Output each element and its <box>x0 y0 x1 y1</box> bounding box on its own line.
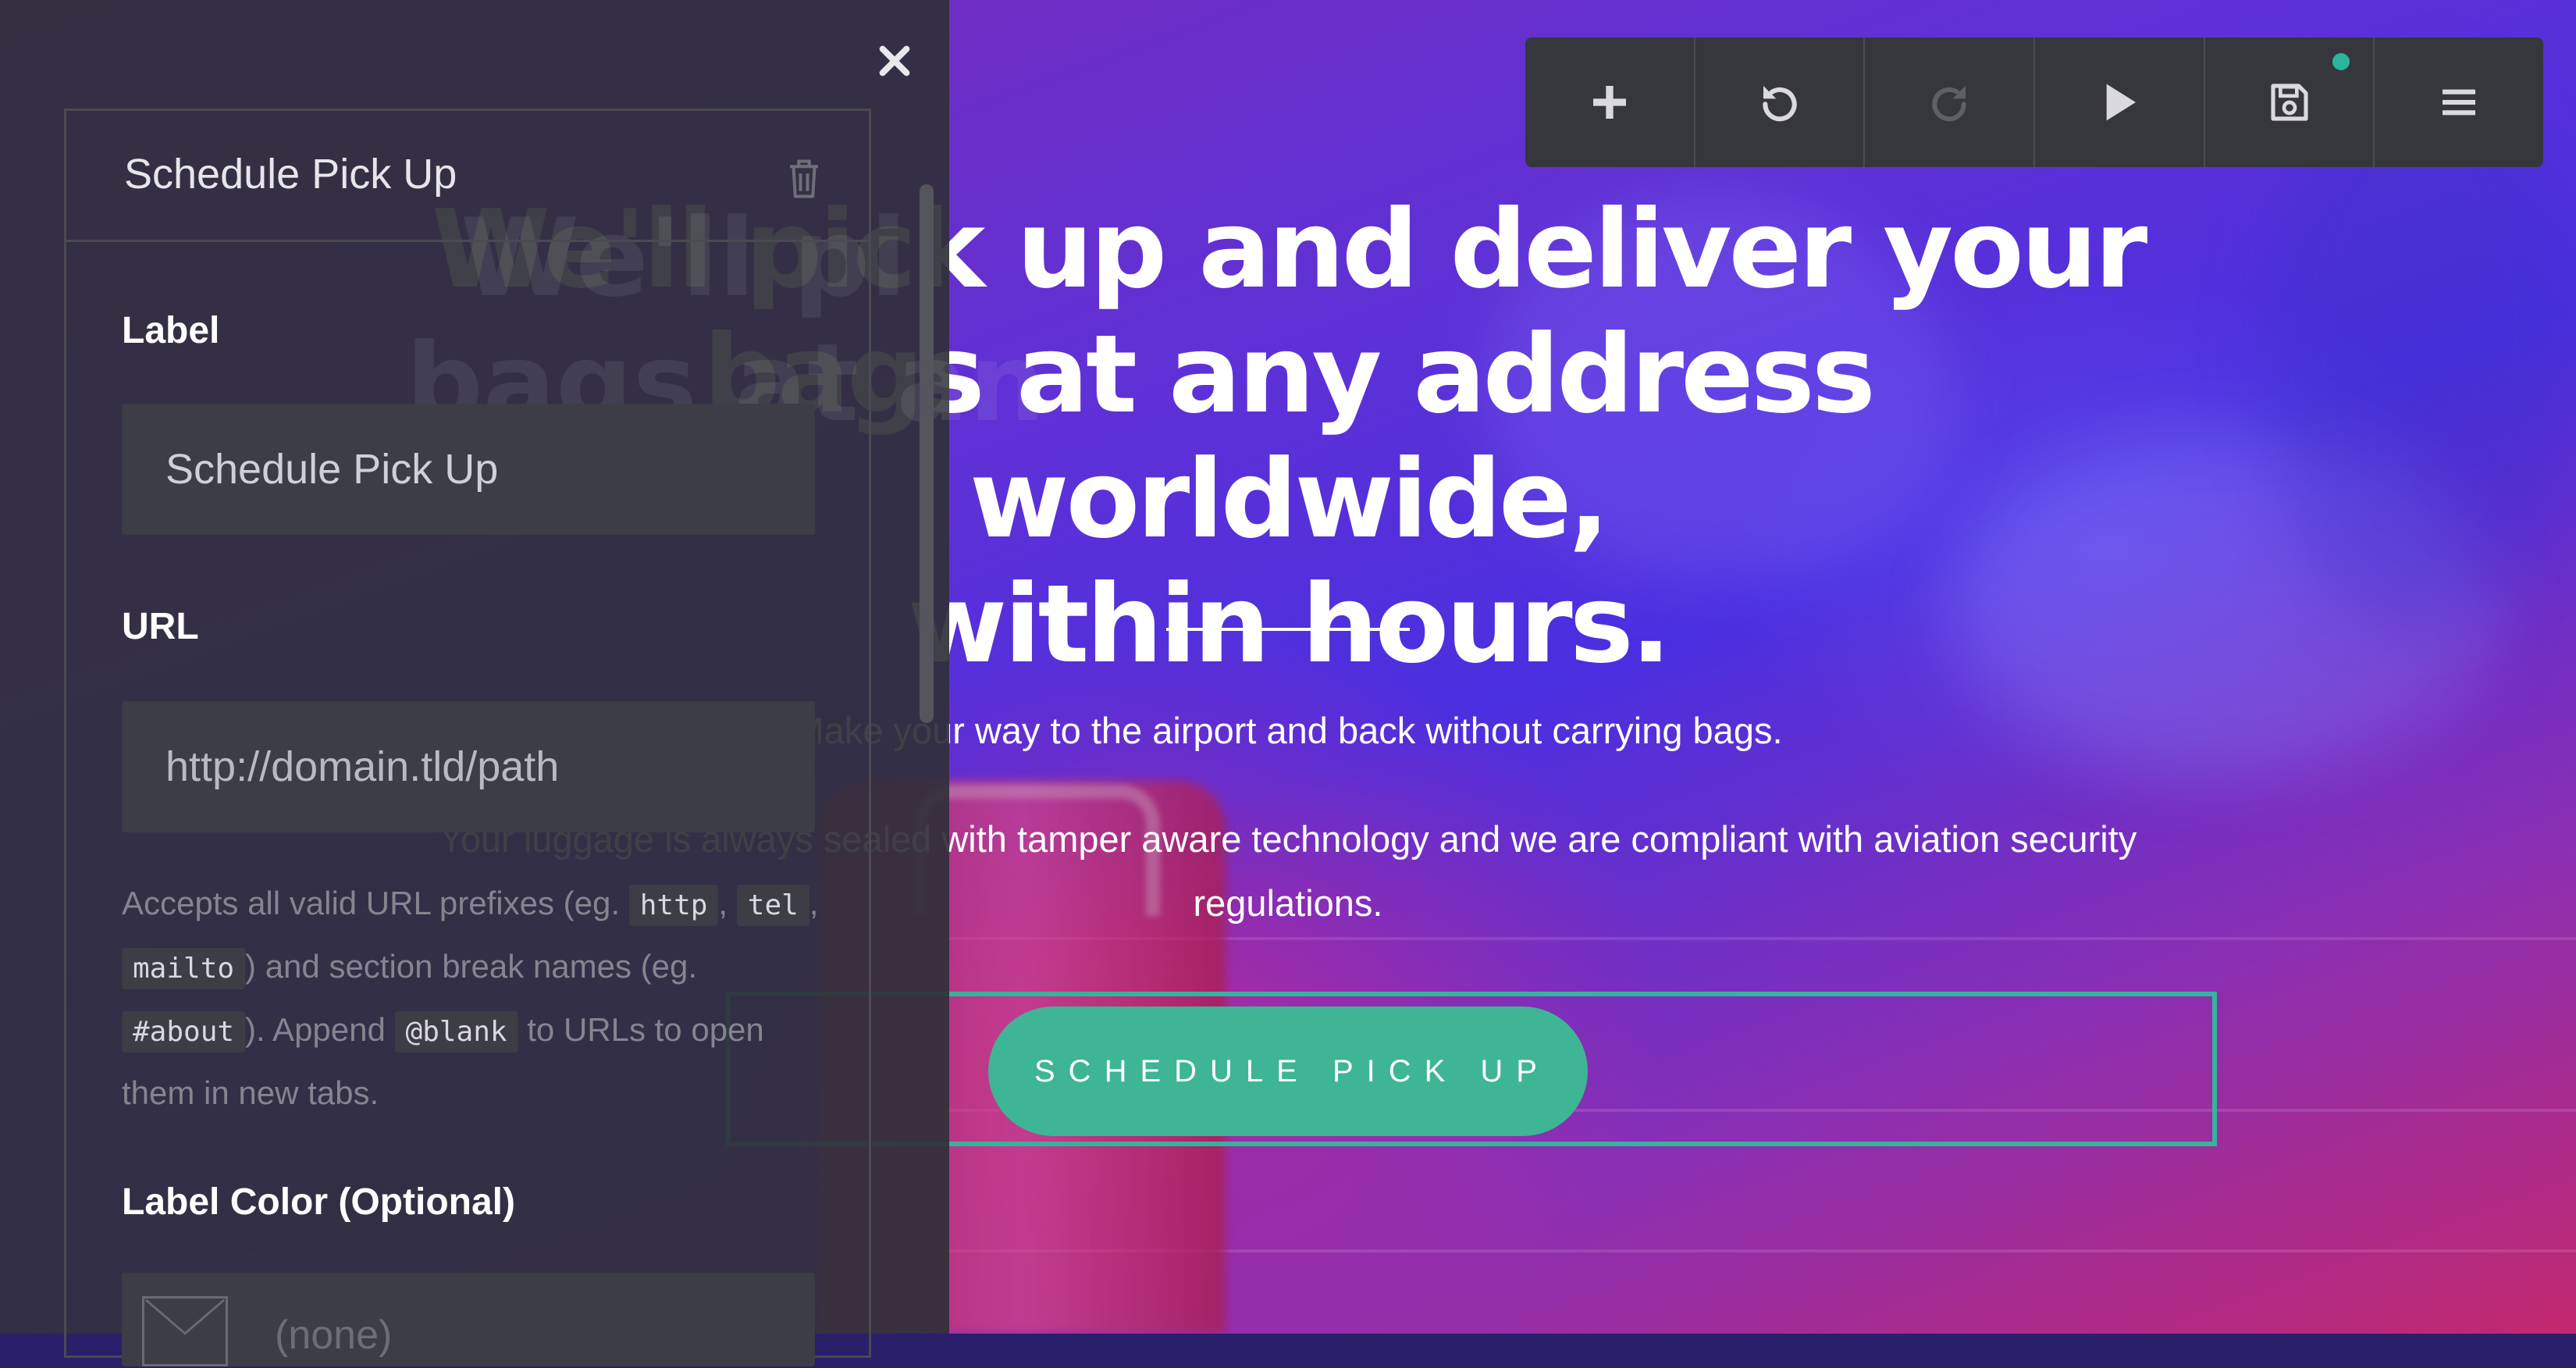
undo-icon <box>1762 86 1797 122</box>
section-card-header: Schedule Pick Up <box>66 111 869 242</box>
menu-button[interactable] <box>2373 37 2543 167</box>
section-card-title: Schedule Pick Up <box>124 151 457 198</box>
unsaved-changes-indicator <box>2332 53 2350 70</box>
schedule-pick-up-button[interactable]: Schedule Pick Up <box>988 1006 1588 1136</box>
hero-divider <box>1166 628 1410 631</box>
delete-section-button[interactable] <box>786 158 825 201</box>
label-field-label: Label <box>122 310 220 351</box>
undo-button[interactable] <box>1693 37 1864 167</box>
close-icon <box>879 45 910 77</box>
button-editor-panel: We'll pi bags at an Schedule Pick Up Lab… <box>0 0 1045 1366</box>
url-field-label: URL <box>122 606 199 647</box>
save-button[interactable] <box>2203 37 2374 167</box>
help-text: ). Append <box>245 1011 395 1048</box>
empty-color-swatch <box>142 1296 228 1366</box>
label-color-value: (none) <box>275 1313 393 1358</box>
url-input[interactable] <box>122 701 815 832</box>
hero-title-line: within hours. <box>907 561 1672 687</box>
help-code: tel <box>736 885 809 926</box>
save-icon <box>2270 84 2308 121</box>
panel-scrollbar[interactable] <box>920 184 934 723</box>
menu-icon <box>2443 89 2476 116</box>
add-section-button[interactable] <box>1525 37 1694 167</box>
help-text: ) and section break names (eg. <box>245 948 698 985</box>
help-text: , <box>718 885 737 921</box>
help-code: http <box>628 885 719 926</box>
redo-icon <box>1932 86 1966 122</box>
redo-button[interactable] <box>1863 37 2033 167</box>
hero-description-line: regulations. <box>1193 882 1383 924</box>
editor-toolbar <box>1525 37 2543 167</box>
url-help-text: Accepts all valid URL prefixes (eg. http… <box>122 873 824 1124</box>
help-code: mailto <box>122 948 246 989</box>
label-color-picker[interactable]: (none) <box>122 1273 815 1366</box>
help-code: #about <box>122 1011 246 1053</box>
help-text: Accepts all valid URL prefixes (eg. <box>122 885 629 921</box>
close-panel-button[interactable] <box>873 39 916 83</box>
preview-button[interactable] <box>2033 37 2204 167</box>
help-text: , <box>809 885 819 921</box>
label-input[interactable] <box>122 404 815 535</box>
label-color-field-label: Label Color (Optional) <box>122 1181 515 1223</box>
play-icon <box>2106 84 2136 121</box>
help-code: @blank <box>394 1011 518 1053</box>
plus-icon <box>1592 86 1626 119</box>
no-color-icon <box>144 1299 226 1335</box>
trash-icon <box>790 159 818 198</box>
